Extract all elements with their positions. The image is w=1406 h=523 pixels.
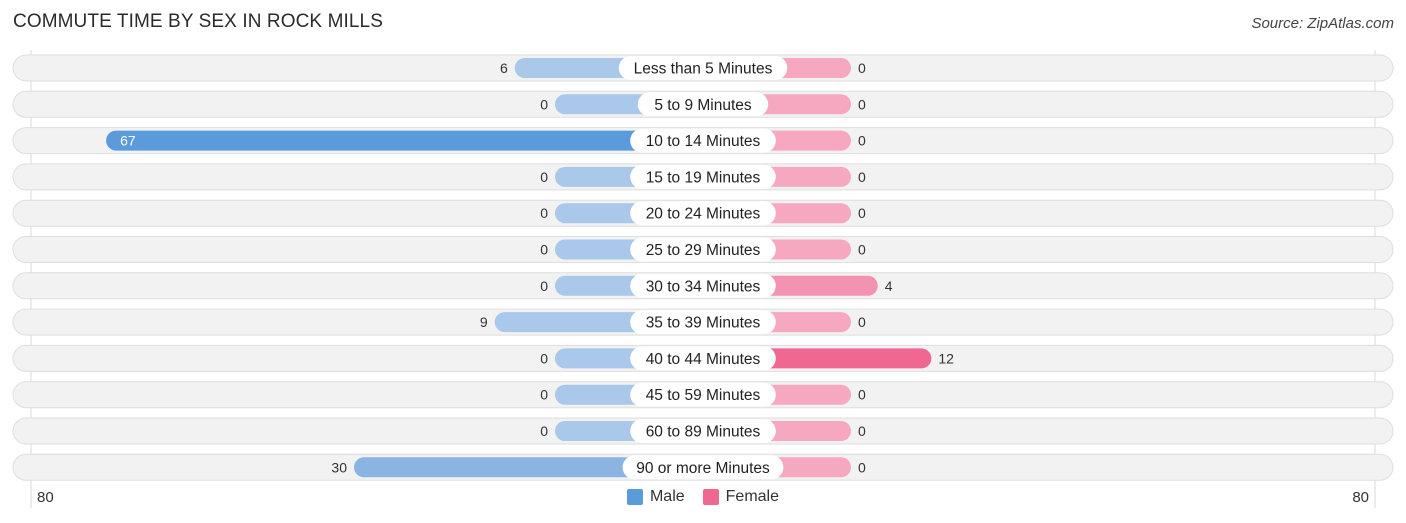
- category-label: 5 to 9 Minutes: [654, 97, 752, 114]
- table-row: 90 or more Minutes 30 0: [12, 453, 1394, 481]
- value-label-male: 0: [540, 242, 548, 258]
- category-label: 10 to 14 Minutes: [646, 133, 761, 150]
- value-label-male: 6: [500, 60, 508, 76]
- category-label: 45 to 59 Minutes: [646, 387, 761, 404]
- value-label-female: 0: [858, 205, 866, 221]
- category-label: 40 to 44 Minutes: [646, 351, 761, 368]
- table-row: 40 to 44 Minutes 0 12: [12, 344, 1394, 372]
- table-row: 45 to 59 Minutes 0 0: [12, 381, 1394, 409]
- category-label: 35 to 39 Minutes: [646, 315, 761, 332]
- value-label-female: 0: [858, 133, 866, 149]
- table-row: 20 to 24 Minutes 0 0: [12, 199, 1394, 227]
- legend-item-male[interactable]: Male: [626, 488, 685, 506]
- legend-item-female[interactable]: Female: [702, 488, 780, 506]
- legend-swatch-female: [702, 489, 719, 505]
- legend: Male Female: [0, 488, 1406, 506]
- category-label: 15 to 19 Minutes: [646, 169, 761, 186]
- value-label-male: 0: [540, 96, 548, 112]
- table-row: 30 to 34 Minutes 0 4: [12, 272, 1394, 300]
- table-row: 60 to 89 Minutes 0 0: [12, 417, 1394, 445]
- value-label-female: 0: [858, 60, 866, 76]
- table-row: 5 to 9 Minutes 0 0: [12, 90, 1394, 118]
- legend-swatch-male: [626, 489, 643, 505]
- value-label-female: 12: [938, 350, 954, 366]
- table-row: 10 to 14 Minutes 67 0: [12, 127, 1394, 155]
- table-row: 35 to 39 Minutes 9 0: [12, 308, 1394, 336]
- value-label-male: 0: [540, 278, 548, 294]
- value-label-male: 30: [331, 459, 347, 475]
- category-label: Less than 5 Minutes: [634, 61, 773, 78]
- value-label-male: 0: [540, 423, 548, 439]
- value-label-female: 4: [885, 278, 893, 294]
- value-label-male: 0: [540, 350, 548, 366]
- category-label: 60 to 89 Minutes: [646, 424, 761, 441]
- value-label-female: 0: [858, 387, 866, 403]
- value-label-male: 9: [480, 314, 488, 330]
- bar-male: [106, 130, 704, 151]
- category-label: 30 to 34 Minutes: [646, 278, 761, 295]
- value-label-female: 0: [858, 423, 866, 439]
- table-row: Less than 5 Minutes 6 0: [12, 54, 1394, 82]
- table-row: 25 to 29 Minutes 0 0: [12, 236, 1394, 263]
- value-label-male: 67: [120, 133, 136, 149]
- category-label: 90 or more Minutes: [636, 460, 770, 477]
- value-label-female: 0: [858, 314, 866, 330]
- value-label-female: 0: [858, 96, 866, 112]
- legend-label-male: Male: [649, 488, 685, 505]
- table-row: 15 to 19 Minutes 0 0: [12, 163, 1394, 191]
- value-label-male: 0: [540, 205, 548, 221]
- value-label-male: 0: [540, 387, 548, 403]
- value-label-female: 0: [858, 242, 866, 258]
- chart-area: Less than 5 Minutes6 05 to 9 Minutes0 010 …: [12, 50, 1394, 508]
- value-label-female: 0: [858, 459, 866, 475]
- category-label: 25 to 29 Minutes: [646, 242, 761, 259]
- value-label-female: 0: [858, 169, 866, 185]
- legend-label-female: Female: [725, 488, 780, 505]
- category-label: 20 to 24 Minutes: [646, 206, 761, 223]
- value-label-male: 0: [540, 169, 548, 185]
